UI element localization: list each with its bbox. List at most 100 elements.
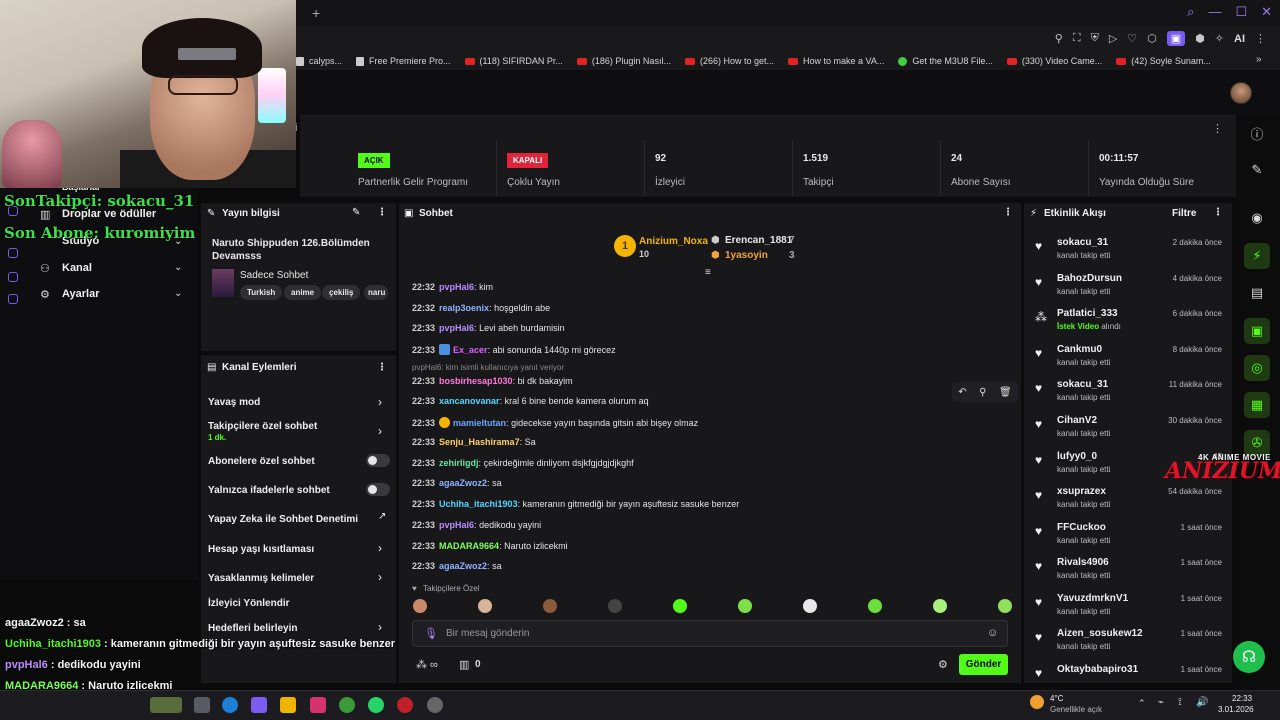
- subs-only-toggle[interactable]: [366, 454, 390, 467]
- gifter-name[interactable]: Erencan_1881: [725, 235, 792, 246]
- message-username[interactable]: agaaZwoz2: [439, 561, 487, 571]
- feed-username[interactable]: BahozDursun: [1057, 273, 1122, 284]
- send-button[interactable]: Gönder: [959, 654, 1008, 675]
- maximize-icon[interactable]: ☐: [1235, 4, 1247, 20]
- chest-icon[interactable]: ▥: [459, 658, 469, 671]
- emote-icon[interactable]: [803, 599, 817, 613]
- pin-icon[interactable]: ⚲: [1055, 32, 1063, 45]
- chevron-down-icon[interactable]: ⌄: [174, 262, 182, 273]
- sidebar-item-settings[interactable]: Ayarlar: [62, 288, 100, 300]
- bookmark-item[interactable]: (42) Soyle Sunam...: [1116, 56, 1211, 66]
- feed-username[interactable]: Oktaybabapiro31: [1057, 664, 1138, 675]
- emoji-icon[interactable]: ☺: [987, 627, 998, 639]
- chat-message[interactable]: 22:33 MADARA9664: Naruto izlicekmi: [412, 541, 568, 551]
- edit-icon[interactable]: ✎: [352, 207, 360, 218]
- gifter-name[interactable]: 1yasoyin: [725, 250, 768, 261]
- bookmark-item[interactable]: (186) Plugin Nasıl...: [576, 56, 671, 66]
- sidebar-dot-icon[interactable]: [8, 272, 18, 282]
- feed-username[interactable]: Rivals4906: [1057, 557, 1109, 568]
- chat-message[interactable]: 22:33 agaaZwoz2: sa: [412, 478, 502, 488]
- chevron-right-icon[interactable]: ›: [378, 570, 382, 584]
- message-username[interactable]: Ex_acer: [453, 345, 488, 355]
- bookmark-item[interactable]: (118) SIFIRDAN Pr...: [464, 56, 563, 66]
- feed-username[interactable]: lufyy0_0: [1057, 451, 1097, 462]
- crop-icon[interactable]: ⛶: [1073, 32, 1081, 45]
- minimize-icon[interactable]: —: [1208, 4, 1221, 20]
- microphone-icon[interactable]: 🎙: [424, 627, 438, 640]
- camera-icon[interactable]: ◉: [1244, 205, 1270, 231]
- clipboard-icon[interactable]: ▤: [1244, 280, 1270, 306]
- lightning-icon[interactable]: ⚡: [1244, 243, 1270, 269]
- filter-button[interactable]: Filtre: [1172, 208, 1196, 219]
- action-ai-moderation[interactable]: Yapay Zeka ile Sohbet Denetimi: [208, 514, 358, 525]
- support-headset-icon[interactable]: ☊: [1233, 641, 1265, 673]
- bookmark-item[interactable]: Get the M3U8 File...: [898, 56, 993, 66]
- menu-icon[interactable]: ⋮: [377, 362, 387, 373]
- action-goals[interactable]: Hedefleri belirleyin: [208, 623, 297, 634]
- chat-message[interactable]: 22:33 agaaZwoz2: sa: [412, 561, 502, 571]
- obs-icon[interactable]: [427, 697, 443, 713]
- close-icon[interactable]: ✕: [1261, 4, 1272, 20]
- action-followers-only[interactable]: Takipçilere özel sohbet: [208, 421, 317, 432]
- message-username[interactable]: agaaZwoz2: [439, 478, 487, 488]
- chat-message[interactable]: 22:32 realp3oenix: hoşgeldin abe: [412, 303, 550, 313]
- wifi-icon[interactable]: ⟟: [1178, 697, 1182, 708]
- bookmark-item[interactable]: How to make a VA...: [788, 56, 884, 66]
- info-icon[interactable]: ⓘ: [1244, 120, 1270, 146]
- folder-icon[interactable]: [280, 697, 296, 713]
- volume-icon[interactable]: 🔊: [1196, 697, 1208, 708]
- edit-icon[interactable]: ✎: [1244, 157, 1270, 183]
- ai-button[interactable]: AI: [1234, 33, 1245, 45]
- new-tab-icon[interactable]: +: [312, 5, 320, 21]
- gear-icon[interactable]: ⚙: [938, 658, 948, 671]
- action-banned-words[interactable]: Yasaklanmış kelimeler: [208, 573, 314, 584]
- emote-icon[interactable]: [738, 599, 752, 613]
- feed-username[interactable]: Patlatici_333: [1057, 308, 1118, 319]
- bookmark-item[interactable]: calyps...: [296, 56, 342, 66]
- external-link-icon[interactable]: ↗: [378, 511, 386, 522]
- stats-menu-icon[interactable]: ⋮: [1212, 122, 1223, 135]
- play-icon[interactable]: ▷: [1109, 32, 1117, 45]
- network-icon[interactable]: ⌁: [1158, 697, 1164, 708]
- sidebar-item-channel[interactable]: Kanal: [62, 262, 92, 274]
- bookmark-icon[interactable]: ✧: [1215, 32, 1224, 45]
- message-username[interactable]: Uchiha_itachi1903: [439, 499, 518, 509]
- stat-multistream[interactable]: KAPALI Çoklu Yayın: [496, 140, 560, 196]
- taskbar-app-icon[interactable]: [150, 697, 182, 713]
- weather-icon[interactable]: [1030, 695, 1044, 709]
- menu-icon[interactable]: ⋮: [377, 207, 387, 218]
- copilot-icon[interactable]: [251, 697, 267, 713]
- action-account-age[interactable]: Hesap yaşı kısıtlaması: [208, 544, 314, 555]
- chevron-right-icon[interactable]: ›: [378, 620, 382, 634]
- broadcast-icon[interactable]: ◎: [1244, 355, 1270, 381]
- emote-icon[interactable]: [933, 599, 947, 613]
- message-username[interactable]: pvpHal6: [439, 282, 474, 292]
- chrome-icon[interactable]: [339, 697, 355, 713]
- search-icon[interactable]: ⌕: [1187, 4, 1194, 20]
- shield-icon[interactable]: ⛨: [1091, 32, 1099, 45]
- top-gifter-name[interactable]: Anizium_Noxa: [639, 236, 708, 247]
- message-username[interactable]: Senju_Hashirama7: [439, 437, 520, 447]
- emote-icon[interactable]: [413, 599, 427, 613]
- feed-username[interactable]: FFCuckoo: [1057, 522, 1106, 533]
- chat-message[interactable]: 22:33 mamieltutan: gidecekse yayın başınd…: [412, 417, 698, 428]
- emote-icon[interactable]: [478, 599, 492, 613]
- message-username[interactable]: xancanovanar: [439, 396, 500, 406]
- chat-message[interactable]: 22:33 zehirligdj: çekirdeğimle dinliyom d…: [412, 458, 634, 468]
- chat-message[interactable]: 22:32 pvpHal6: kim: [412, 282, 493, 292]
- emote-icon[interactable]: [673, 599, 687, 613]
- emote-only-toggle[interactable]: [366, 483, 390, 496]
- message-username[interactable]: pvpHal6: [439, 520, 474, 530]
- message-username[interactable]: pvpHal6: [439, 323, 474, 333]
- stat-partner[interactable]: AÇIK Partnerlik Gelir Programı: [348, 140, 468, 196]
- feed-username[interactable]: YavuzdmrknV1: [1057, 593, 1128, 604]
- task-view-icon[interactable]: [194, 697, 210, 713]
- chat-icon[interactable]: ▣: [1244, 318, 1270, 344]
- message-username[interactable]: mamieltutan: [453, 418, 506, 428]
- feed-username[interactable]: xsuprazex: [1057, 486, 1106, 497]
- sidebar-dot-icon[interactable]: [8, 248, 18, 258]
- chevron-right-icon[interactable]: ›: [378, 424, 382, 438]
- edge-icon[interactable]: [222, 697, 238, 713]
- menu-icon[interactable]: ⋮: [1003, 207, 1013, 218]
- chat-message[interactable]: 22:33 Senju_Hashirama7: Sa: [412, 437, 536, 447]
